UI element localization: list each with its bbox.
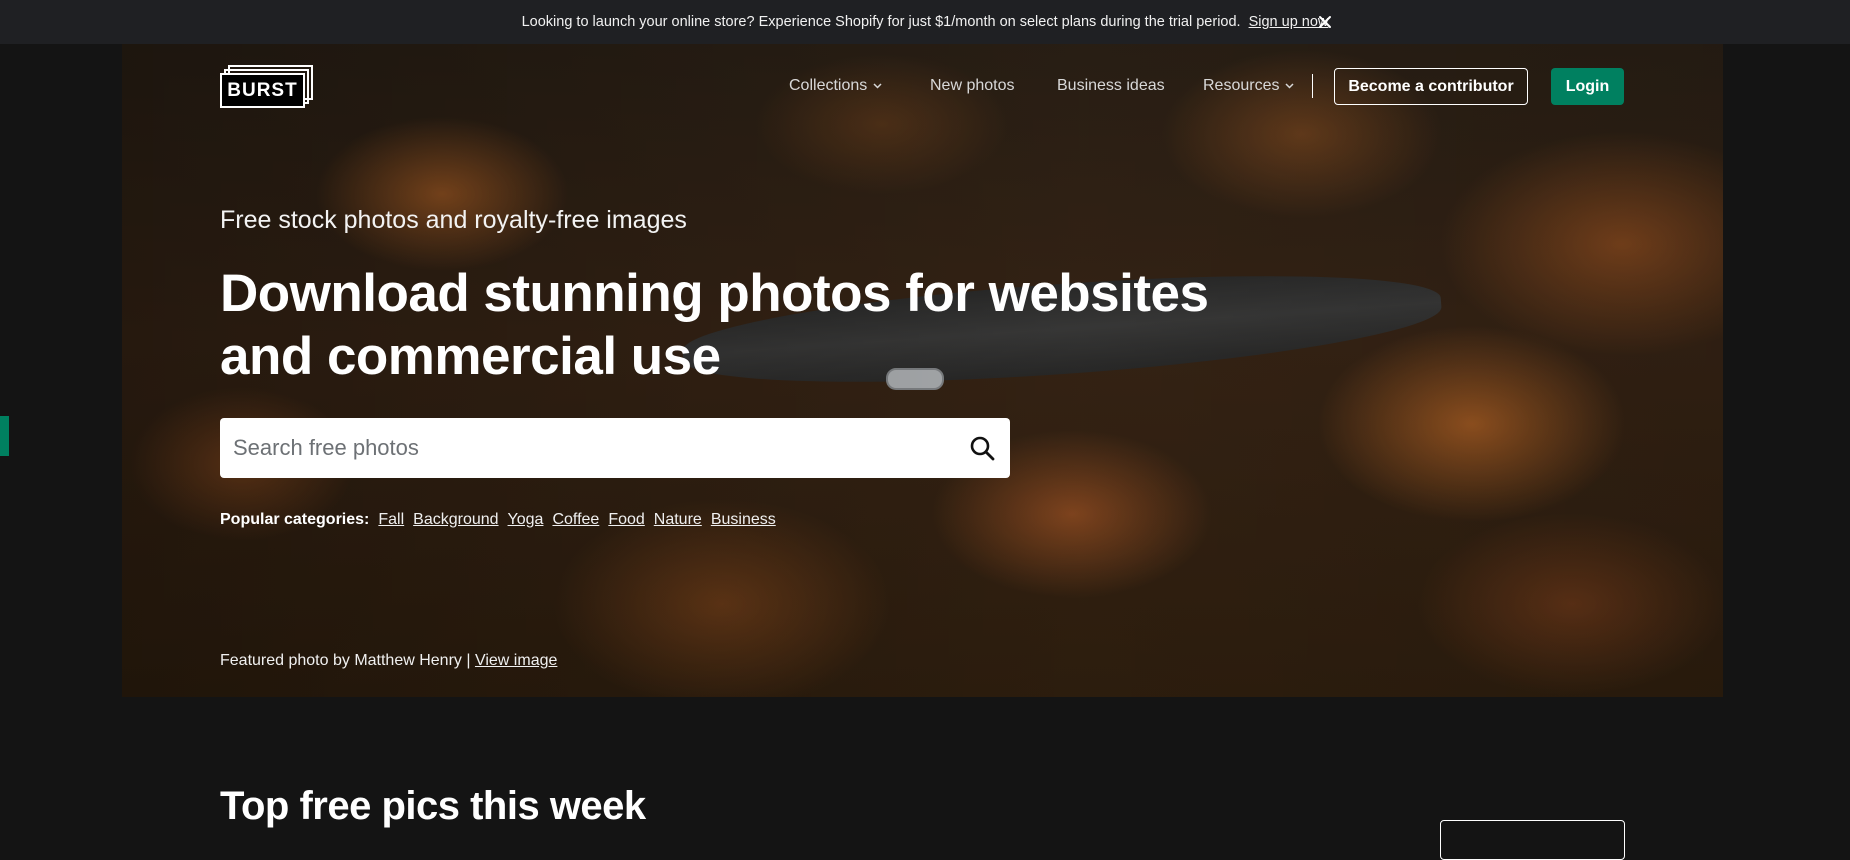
photo-credit-text: Featured photo by Matthew Henry | bbox=[220, 652, 471, 669]
logo-text: BURST bbox=[220, 73, 305, 108]
view-image-link[interactable]: View image bbox=[475, 652, 557, 669]
search-input[interactable] bbox=[220, 418, 954, 478]
nav-collections-label: Collections bbox=[789, 77, 868, 94]
chevron-down-icon bbox=[1285, 81, 1295, 92]
login-button[interactable]: Login bbox=[1551, 68, 1624, 105]
feedback-tab[interactable] bbox=[0, 416, 9, 456]
search-bar bbox=[220, 418, 1010, 478]
hero-headline: Download stunning photos for websites an… bbox=[220, 264, 1209, 386]
nav-collections[interactable]: Collections bbox=[789, 68, 882, 104]
section-title: Top free pics this week bbox=[220, 784, 646, 828]
search-icon[interactable] bbox=[954, 418, 1010, 478]
nav-resources[interactable]: Resources bbox=[1203, 68, 1295, 104]
nav-divider bbox=[1312, 74, 1313, 98]
nav-resources-label: Resources bbox=[1203, 77, 1280, 94]
announcement-text: Looking to launch your online store? Exp… bbox=[521, 14, 1241, 30]
photo-credit: Featured photo by Matthew Henry | View i… bbox=[220, 652, 557, 670]
category-link-nature[interactable]: Nature bbox=[654, 511, 702, 529]
close-icon[interactable] bbox=[1313, 10, 1337, 34]
category-link-fall[interactable]: Fall bbox=[378, 511, 404, 529]
nav-new-photos[interactable]: New photos bbox=[930, 68, 1015, 104]
category-link-yoga[interactable]: Yoga bbox=[508, 511, 544, 529]
category-link-coffee[interactable]: Coffee bbox=[552, 511, 599, 529]
category-link-business[interactable]: Business bbox=[711, 511, 776, 529]
popular-categories: Popular categories: Fall Background Yoga… bbox=[220, 511, 785, 529]
chevron-down-icon bbox=[873, 81, 882, 92]
popular-categories-label: Popular categories: bbox=[220, 511, 370, 528]
nav-business-ideas[interactable]: Business ideas bbox=[1057, 68, 1165, 104]
burst-logo[interactable]: BURST bbox=[220, 65, 313, 108]
section-action-button[interactable] bbox=[1440, 820, 1625, 860]
hero-eyebrow: Free stock photos and royalty-free image… bbox=[220, 206, 687, 234]
become-contributor-button[interactable]: Become a contributor bbox=[1334, 68, 1528, 105]
announcement-bar: Looking to launch your online store? Exp… bbox=[0, 0, 1850, 44]
category-link-food[interactable]: Food bbox=[608, 511, 644, 529]
category-link-background[interactable]: Background bbox=[413, 511, 498, 529]
